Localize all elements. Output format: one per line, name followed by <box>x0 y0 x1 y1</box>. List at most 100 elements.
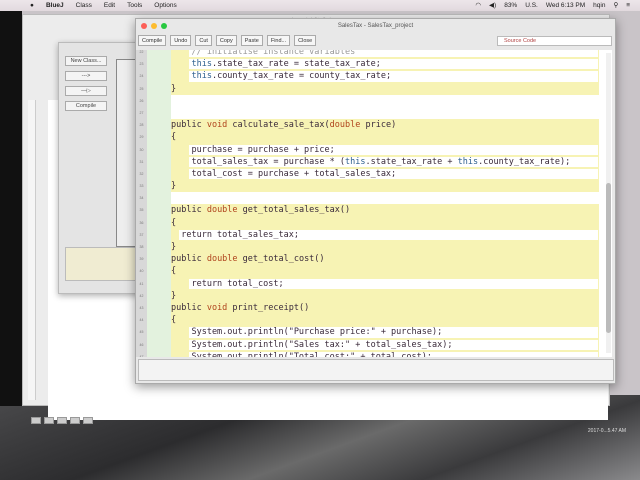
input-source[interactable]: U.S. <box>525 2 538 9</box>
code-token: total_cost = purchase + total_sales_tax; <box>191 168 397 179</box>
code-text: public double get_total_cost() <box>171 253 325 265</box>
view-button[interactable] <box>70 417 80 424</box>
editor-scrollbar[interactable] <box>606 53 611 353</box>
code-line[interactable]: 40 { <box>136 265 612 278</box>
code-line[interactable]: 47 System.out.println("Total cost:" + tot… <box>136 350 612 357</box>
comment-token: // initialise instance variables <box>191 50 356 57</box>
keyword-token: double <box>329 120 366 131</box>
user-name[interactable]: hqin <box>593 2 605 9</box>
background-window <box>0 11 22 406</box>
code-token: return total_cost; <box>191 278 284 289</box>
message-area <box>138 359 614 381</box>
code-text: } <box>171 83 176 95</box>
code-line[interactable]: 39 public double get_total_cost() <box>136 253 612 266</box>
close-window-icon[interactable] <box>141 23 147 29</box>
line-number: 47 <box>136 350 147 357</box>
view-button[interactable] <box>44 417 54 424</box>
menu-app[interactable]: BlueJ <box>46 2 64 9</box>
class-scope-margin <box>147 350 171 357</box>
undo-button[interactable]: Undo <box>170 35 192 46</box>
scroll-thumb[interactable] <box>606 183 611 333</box>
class-scope-margin <box>147 265 171 278</box>
code-token: System.out.println("Sales tax:" + total_… <box>191 339 453 350</box>
code-line[interactable]: 44 { <box>136 314 612 327</box>
code-line[interactable]: 46 System.out.println("Sales tax:" + tota… <box>136 338 612 351</box>
line-number: 39 <box>136 253 147 266</box>
code-line[interactable]: 31 total_sales_tax = purchase * (this.sta… <box>136 155 612 168</box>
code-text: purchase = purchase + price; <box>191 144 334 156</box>
code-line[interactable]: 42} <box>136 289 612 302</box>
line-number: 37 <box>136 228 147 241</box>
code-line[interactable]: 41 return total_cost; <box>136 277 612 290</box>
minimize-window-icon[interactable] <box>151 23 157 29</box>
menu-edit[interactable]: Edit <box>104 2 115 9</box>
wifi-icon[interactable]: ◠ <box>475 1 481 9</box>
code-line[interactable]: 35 public double get_total_sales_tax() <box>136 204 612 217</box>
uses-arrow-button[interactable]: ---> <box>65 71 107 81</box>
code-line[interactable]: 23 this.state_tax_rate = state_tax_rate; <box>136 58 612 71</box>
inherit-arrow-button[interactable]: —▷ <box>65 86 107 96</box>
line-number: 31 <box>136 155 147 168</box>
editor-window: SalesTax - SalesTax_project Compile Undo… <box>135 18 616 384</box>
code-line[interactable]: 29 { <box>136 131 612 144</box>
code-line[interactable]: 38} <box>136 241 612 254</box>
close-button[interactable]: Close <box>294 35 317 46</box>
cut-button[interactable]: Cut <box>195 35 212 46</box>
code-line[interactable]: 24 this.county_tax_rate = county_tax_rate… <box>136 70 612 83</box>
class-scope-margin <box>147 216 171 229</box>
menu-tools[interactable]: Tools <box>127 2 142 9</box>
code-line[interactable]: 25} <box>136 82 612 95</box>
line-number: 24 <box>136 70 147 83</box>
this-token: this <box>457 156 479 167</box>
code-line[interactable]: 43 public void print_receipt() <box>136 301 612 315</box>
find-button[interactable]: Find... <box>266 35 291 46</box>
class-scope-margin <box>147 119 171 132</box>
line-number: 38 <box>136 241 147 254</box>
view-button[interactable] <box>31 417 41 424</box>
apple-icon[interactable]: ● <box>30 2 34 9</box>
code-line[interactable]: 32 total_cost = purchase + total_sales_ta… <box>136 167 612 181</box>
code-token: .county_tax_rate); <box>478 156 571 167</box>
editor-title: SalesTax - SalesTax_project <box>337 23 414 29</box>
code-line[interactable]: 34 <box>136 192 612 205</box>
code-line[interactable]: 27 <box>136 106 612 120</box>
paste-button[interactable]: Paste <box>240 35 263 46</box>
menu-clock[interactable]: Wed 6:13 PM <box>546 2 585 9</box>
code-line[interactable]: 22 // initialise instance variables <box>136 50 612 59</box>
new-class-button[interactable]: New Class... <box>65 56 107 66</box>
menu-options[interactable]: Options <box>154 2 176 9</box>
code-text: } <box>171 241 176 253</box>
notification-icon[interactable]: ≡ <box>626 2 630 9</box>
class-scope-margin <box>147 204 171 217</box>
battery-level[interactable]: 83% <box>504 2 517 9</box>
copy-button[interactable]: Copy <box>215 35 237 46</box>
spotlight-icon[interactable]: ⚲ <box>613 1 618 9</box>
menu-class[interactable]: Class <box>76 2 92 9</box>
code-text: { <box>171 217 176 229</box>
code-line[interactable]: 36 { <box>136 216 612 229</box>
class-scope-margin <box>147 326 171 339</box>
code-line[interactable]: 33} <box>136 180 612 193</box>
code-line[interactable]: 28 public void calculate_sale_tax(double … <box>136 119 612 132</box>
view-button[interactable] <box>83 417 93 424</box>
code-token: } <box>171 290 177 301</box>
code-line[interactable]: 30 purchase = purchase + price; <box>136 143 612 156</box>
code-token: System.out.println("Purchase price:" + p… <box>191 327 443 338</box>
line-number: 40 <box>136 265 147 278</box>
volume-icon[interactable]: ◀) <box>489 1 496 9</box>
view-button[interactable] <box>57 417 67 424</box>
zoom-window-icon[interactable] <box>161 23 167 29</box>
compile-button[interactable]: Compile <box>138 35 167 46</box>
code-text: this.state_tax_rate = state_tax_rate; <box>191 58 380 70</box>
code-editor[interactable]: 22 // initialise instance variables 23 this… <box>136 50 612 357</box>
code-text: // initialise instance variables <box>191 50 355 58</box>
code-line[interactable]: 45 System.out.println("Purchase price:" +… <box>136 326 612 339</box>
line-number: 25 <box>136 82 147 95</box>
compile-project-button[interactable]: Compile <box>65 101 107 111</box>
code-line[interactable]: 37 return total_sales_tax; <box>136 228 612 241</box>
code-token: purchase = purchase + price; <box>191 144 335 155</box>
code-text: return total_cost; <box>191 278 283 290</box>
menu-bar: ● BlueJ Class Edit Tools Options ◠ ◀) 83… <box>0 0 640 11</box>
view-selector[interactable]: Source Code <box>497 36 612 46</box>
code-line[interactable]: 26 <box>136 94 612 107</box>
